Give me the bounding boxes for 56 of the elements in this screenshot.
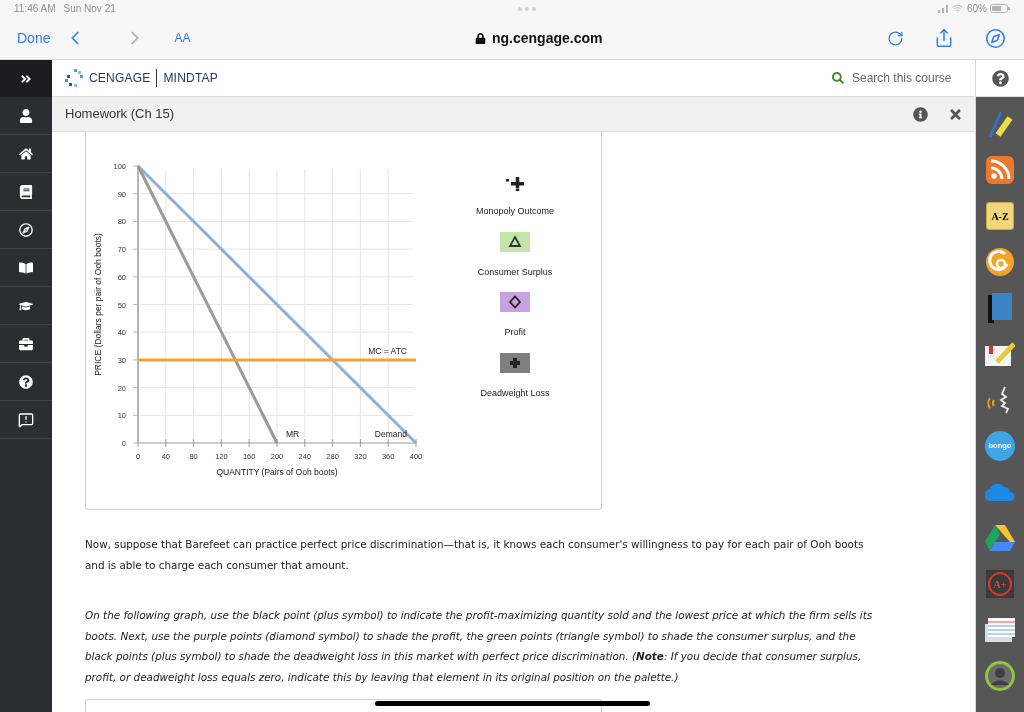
info-icon[interactable] [913,106,928,122]
help-icon[interactable] [991,69,1009,87]
signal-icon [938,4,948,13]
palette-label: Consumer Surplus [477,265,553,279]
diamond-tile-icon[interactable] [500,292,530,312]
done-button[interactable]: Done [17,27,51,49]
text-size-button[interactable]: AA [174,29,191,48]
series-label: MR [286,429,300,439]
rss-icon[interactable] [986,156,1014,184]
instruction-paragraph: On the following graph, use the black point (plus symbol) to indicate the profit-maximizing quantity sold and the lowest price at which the firm sells its boots. Next, use the purple points (diamond symbol) to shade the profit, the green points (triangle symbol) to shade the consumer surplus, and the black points (plus symbol) to shade the deadweight loss in this market with perfect price discrimination. (Note: If you decide that consumer surplus, profit, or deadweight loss equals zero, indicate this by leaving that element in its original position on the palette.) [85,608,874,685]
palette-label: Monopoly Outcome [475,205,554,218]
compass-icon[interactable] [19,222,33,237]
close-icon[interactable] [948,106,963,122]
battery-icon [990,4,1010,14]
triangle-logo-icon[interactable] [985,525,1015,551]
palette-label: Deadweight Loss [480,386,550,400]
series-label: Demand [374,429,407,439]
reload-icon[interactable] [887,29,904,47]
search-field[interactable]: Search this course [832,69,958,87]
brand-name: CENGAGE [89,70,151,87]
swirl-icon[interactable] [986,248,1014,276]
open-book-icon[interactable] [19,260,33,275]
plus-point-icon[interactable] [506,177,524,191]
product-name: MINDTAP [163,70,218,87]
logo-icon [65,69,85,87]
search-icon [832,72,844,84]
help-icon[interactable] [19,374,33,389]
letter-tile[interactable]: A-Z [986,202,1014,230]
url-text[interactable]: ng.cengage.com [492,27,603,49]
triangle-tile-icon[interactable] [500,231,530,252]
plus-tile-icon[interactable] [500,352,530,373]
home-icon[interactable] [19,146,33,161]
feedback-icon[interactable] [18,411,34,428]
assignment-title: Homework (Ch 15) [65,105,175,124]
palette-label: Profit [504,326,526,339]
share-icon[interactable] [934,28,954,49]
lock-icon [475,32,486,44]
wifi-icon [952,3,963,15]
notebook-pencil-icon[interactable] [985,342,1015,366]
double-chevron-icon[interactable] [20,72,32,85]
briefcase-icon[interactable] [19,336,33,351]
battery-percent: 60% [967,2,987,17]
instruction-paragraph: Now, suppose that Barefeet can practice perfect price discrimination—that is, it knows each consumer's willingness to pay for each pair of Ooh boots and is able to charge each consumer that amount. [85,537,865,573]
status-time: 11:46 AM [14,2,56,17]
x-axis-title: QUANTITY (Pairs of Ooh boots) [216,467,338,477]
avatar-icon[interactable] [985,661,1015,691]
y-axis-title: PRICE (Dollars per pair of Ooh boots) [93,233,103,376]
series-label: MC = ATC [368,345,407,356]
pencil-highlighter-icon[interactable] [987,110,1013,138]
notebook-icon[interactable] [19,184,33,199]
status-date: Sun Nov 21 [63,2,116,17]
book-icon[interactable] [988,293,1012,323]
multitask-dots-icon [517,6,536,11]
grade-tile[interactable]: A+ [986,570,1014,598]
person-icon[interactable] [19,108,33,123]
index-cards-icon[interactable] [985,618,1015,642]
